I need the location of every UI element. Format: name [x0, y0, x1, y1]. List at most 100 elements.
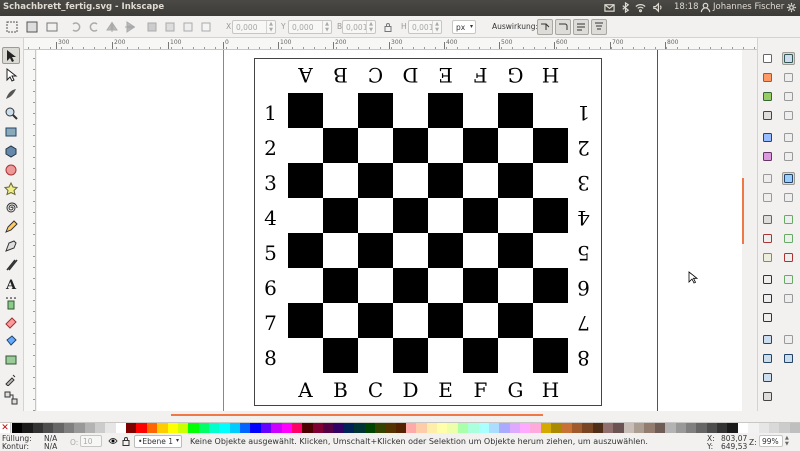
height-spinner[interactable]: ▲ ▼ — [432, 21, 441, 33]
color-swatch[interactable] — [312, 423, 324, 433]
color-swatch[interactable] — [188, 423, 200, 433]
clock[interactable]: 18:18 — [674, 2, 699, 12]
3d-box-tool[interactable] — [2, 142, 20, 159]
color-swatch[interactable] — [374, 423, 386, 433]
color-swatch[interactable] — [167, 423, 179, 433]
bluetooth-icon[interactable] — [620, 2, 631, 13]
paste-icon[interactable] — [761, 251, 774, 264]
rectangle-tool[interactable] — [2, 123, 20, 140]
color-swatch[interactable] — [582, 423, 594, 433]
color-swatch[interactable] — [623, 423, 635, 433]
tweak-tool[interactable] — [2, 85, 20, 102]
color-swatch[interactable] — [136, 423, 148, 433]
raise-to-top-button[interactable] — [144, 19, 160, 35]
color-swatch[interactable] — [146, 423, 158, 433]
layer-select[interactable]: •Ebene 1 ▾ — [134, 435, 182, 448]
gradient-tool[interactable] — [2, 351, 20, 368]
dark-square[interactable] — [288, 93, 323, 128]
color-swatch[interactable] — [561, 423, 573, 433]
color-swatch[interactable] — [281, 423, 293, 433]
user-name[interactable]: Johannes Fischer — [713, 2, 784, 12]
color-palette[interactable]: ✕ — [0, 422, 800, 433]
dark-square[interactable] — [288, 303, 323, 338]
width-spinner[interactable]: ▲ ▼ — [366, 21, 375, 33]
dark-square[interactable] — [393, 338, 428, 373]
color-swatch[interactable] — [613, 423, 625, 433]
snap-intersections-icon[interactable] — [782, 292, 795, 305]
zoom-spinner[interactable]: ▲ ▼ — [785, 435, 793, 447]
dark-square[interactable] — [498, 303, 533, 338]
color-swatch[interactable] — [468, 423, 480, 433]
rotate-ccw-button[interactable] — [68, 19, 84, 35]
connector-tool[interactable] — [2, 389, 20, 406]
x-field[interactable]: 0,000 ▲ ▼ — [232, 20, 276, 34]
horizontal-scroll-thumb[interactable] — [171, 414, 543, 416]
unlink-clone-icon[interactable] — [761, 371, 774, 384]
dark-square[interactable] — [498, 163, 533, 198]
light-square[interactable] — [498, 338, 533, 373]
dark-square[interactable] — [533, 268, 568, 303]
light-square[interactable] — [358, 268, 393, 303]
dark-square[interactable] — [498, 233, 533, 268]
copy-icon[interactable] — [761, 213, 774, 226]
snap-midpoints-icon[interactable] — [782, 251, 795, 264]
height-field[interactable]: 0,001 ▲ ▼ — [408, 20, 442, 34]
scale-stroke-toggle[interactable] — [537, 19, 553, 35]
light-square[interactable] — [358, 198, 393, 233]
dark-square[interactable] — [428, 233, 463, 268]
pen-tool[interactable] — [2, 237, 20, 254]
color-swatch[interactable] — [219, 423, 231, 433]
color-swatch[interactable] — [395, 423, 407, 433]
color-swatch[interactable] — [63, 423, 75, 433]
export-icon[interactable] — [761, 150, 774, 163]
color-swatch[interactable] — [540, 423, 552, 433]
light-square[interactable] — [358, 128, 393, 163]
transform-patterns-toggle[interactable] — [591, 19, 607, 35]
lower-button[interactable] — [180, 19, 196, 35]
dark-square[interactable] — [463, 338, 498, 373]
color-swatch[interactable] — [727, 423, 739, 433]
color-swatch[interactable] — [354, 423, 366, 433]
group-icon[interactable] — [761, 390, 774, 403]
snap-nodes-icon[interactable] — [782, 90, 795, 103]
dark-square[interactable] — [428, 93, 463, 128]
color-swatch[interactable] — [644, 423, 656, 433]
color-swatch[interactable] — [416, 423, 428, 433]
snap-smooth-icon[interactable] — [782, 273, 795, 286]
dark-square[interactable] — [358, 163, 393, 198]
user-icon[interactable] — [700, 2, 711, 13]
duplicate-icon[interactable] — [761, 333, 774, 346]
dark-square[interactable] — [288, 233, 323, 268]
spray-tool[interactable] — [2, 294, 20, 311]
dark-square[interactable] — [463, 128, 498, 163]
light-square[interactable] — [533, 233, 568, 268]
color-swatch[interactable] — [157, 423, 169, 433]
color-swatch[interactable] — [385, 423, 397, 433]
cut-icon[interactable] — [761, 232, 774, 245]
light-square[interactable] — [533, 163, 568, 198]
spiral-tool[interactable] — [2, 199, 20, 216]
color-swatch[interactable] — [571, 423, 583, 433]
lock-icon[interactable] — [383, 22, 393, 32]
zoom-field[interactable]: 99% — [759, 435, 783, 447]
light-square[interactable] — [393, 163, 428, 198]
dark-square[interactable] — [533, 338, 568, 373]
select-tool[interactable] — [2, 47, 20, 64]
color-swatch[interactable] — [499, 423, 511, 433]
color-swatch[interactable] — [229, 423, 241, 433]
color-swatch[interactable] — [696, 423, 708, 433]
light-square[interactable] — [323, 93, 358, 128]
dark-square[interactable] — [288, 163, 323, 198]
eraser-tool[interactable] — [2, 313, 20, 330]
color-swatch[interactable] — [343, 423, 355, 433]
dark-square[interactable] — [393, 198, 428, 233]
light-square[interactable] — [428, 268, 463, 303]
new-document-icon[interactable] — [761, 52, 774, 65]
light-square[interactable] — [323, 303, 358, 338]
raise-button[interactable] — [162, 19, 178, 35]
snap-text-baseline-icon[interactable] — [782, 333, 795, 346]
star-tool[interactable] — [2, 180, 20, 197]
color-swatch[interactable] — [530, 423, 542, 433]
color-swatch[interactable] — [260, 423, 272, 433]
light-square[interactable] — [393, 233, 428, 268]
